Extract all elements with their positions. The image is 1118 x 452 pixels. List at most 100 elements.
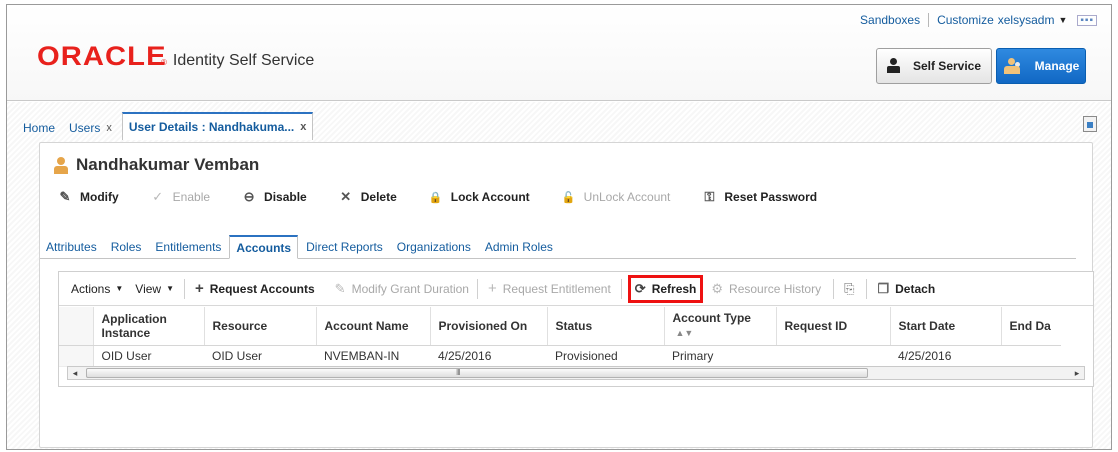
tab-direct-reports[interactable]: Direct Reports (300, 236, 389, 258)
lock-icon: 🔒 (428, 191, 443, 204)
tab-users[interactable]: Users x (65, 116, 116, 140)
sort-icon[interactable]: ▲▼ (676, 326, 694, 340)
self-service-button[interactable]: Self Service (876, 48, 992, 84)
enable-button[interactable]: ✓ Enable (151, 189, 210, 205)
sandboxes-link[interactable]: Sandboxes (860, 13, 920, 27)
global-links: Sandboxes Customize xelsysadm ▼ ▪▪▪ (860, 13, 1097, 27)
self-service-label: Self Service (912, 59, 982, 73)
modify-grant-duration-button[interactable]: ✎ Modify Grant Duration (335, 281, 469, 297)
tab-label: Home (23, 121, 56, 135)
divider (184, 278, 185, 299)
person-icon (886, 58, 901, 74)
request-accounts-button[interactable]: + Request Accounts (195, 280, 315, 297)
detach-label: Detach (895, 281, 936, 296)
detach-icon: ❐ (877, 280, 890, 296)
refresh-icon: ⟳ (634, 280, 646, 296)
tab-organizations[interactable]: Organizations (391, 236, 477, 258)
app-window: Sandboxes Customize xelsysadm ▼ ▪▪▪ ORAC… (6, 4, 1112, 450)
column-header[interactable]: Start Date (890, 307, 1002, 346)
table-cell: NVEMBAN-IN (316, 345, 430, 367)
main-content: Home Users x User Details : Nandhakuma..… (7, 102, 1111, 449)
manage-label: Manage (1034, 59, 1080, 73)
disable-button[interactable]: ⊖ Disable (242, 189, 307, 205)
pencil-icon: ✎ (59, 189, 71, 204)
request-accounts-label: Request Accounts (209, 281, 315, 296)
close-icon[interactable]: x (300, 121, 306, 133)
user-details-panel: Nandhakumar Vemban ✎ Modify ✓ Enable ⊖ Disa… (39, 142, 1094, 448)
user-menu[interactable]: xelsysadm (998, 13, 1055, 27)
customize-link[interactable]: Customize (937, 13, 994, 27)
column-header-label: Account Type (672, 311, 751, 326)
detail-subtabs: Attributes Roles Entitlements Accounts D… (40, 235, 1076, 259)
table-cell (1001, 345, 1061, 367)
reset-password-button[interactable]: ⚿ Reset Password (702, 189, 817, 205)
column-header[interactable]: Request ID (776, 307, 891, 346)
modify-button[interactable]: ✎ Modify (58, 189, 119, 205)
modify-grant-duration-label: Modify Grant Duration (351, 281, 469, 296)
table-cell: Primary (664, 345, 776, 367)
table-cell: Provisioned (547, 345, 664, 367)
key-icon: ⚿ (704, 189, 715, 204)
horizontal-scrollbar[interactable]: ◂ III ▸ (67, 366, 1085, 380)
scrollbar-thumb[interactable] (86, 368, 868, 378)
lock-account-button[interactable]: 🔒 Lock Account (429, 190, 530, 204)
x-icon: ✕ (340, 189, 352, 204)
more-icon[interactable]: ▪▪▪ (1077, 14, 1097, 26)
request-entitlement-button[interactable]: + Request Entitlement (488, 280, 611, 297)
delete-label: Delete (360, 190, 397, 204)
tab-entitlements[interactable]: Entitlements (149, 236, 227, 258)
accounts-table-panel: Actions ▼ View ▼ + Request Accounts ✎ Modify… (58, 271, 1094, 387)
refresh-label: Refresh (651, 281, 697, 296)
row-header-cell (59, 307, 94, 346)
oracle-logo: ORACLE ® Identity Self Service (37, 41, 314, 72)
column-header[interactable]: Resource (204, 307, 317, 346)
column-header[interactable]: Status (547, 307, 665, 346)
delete-button[interactable]: ✕ Delete (339, 189, 397, 205)
column-header[interactable]: Account Type▲▼ (664, 307, 777, 346)
resource-history-label: Resource History (729, 281, 822, 296)
plus-icon: + (195, 280, 204, 297)
table-cell: 4/25/2016 (430, 345, 547, 367)
column-header[interactable]: End Da (1001, 307, 1061, 346)
chevron-down-icon[interactable]: ▼ (1058, 15, 1067, 25)
view-menu[interactable]: View ▼ (135, 282, 174, 296)
refresh-button[interactable]: ⟳ Refresh (627, 274, 704, 303)
column-header[interactable]: Application Instance (93, 307, 205, 346)
tab-admin-roles[interactable]: Admin Roles (479, 236, 559, 258)
tab-attributes[interactable]: Attributes (40, 236, 103, 258)
lock-account-label: Lock Account (450, 190, 530, 204)
export-icon[interactable] (1083, 116, 1097, 132)
resource-history-button[interactable]: ⚙ Resource History (711, 281, 821, 297)
row-header-cell (59, 345, 94, 367)
detach-button[interactable]: ❐ Detach (877, 281, 935, 297)
export-grid-button[interactable]: ⎘ (844, 281, 860, 297)
plus-icon: + (487, 280, 497, 297)
chevron-down-icon: ▼ (115, 284, 124, 293)
minus-circle-icon: ⊖ (243, 189, 255, 204)
check-icon: ✓ (152, 189, 164, 204)
tab-label: User Details : Nandhakuma... (128, 120, 295, 134)
close-icon[interactable]: x (106, 122, 112, 134)
column-header[interactable]: Provisioned On (430, 307, 548, 346)
scrollbar-grip: III (456, 368, 461, 377)
view-menu-label: View (135, 281, 162, 296)
unlock-account-button[interactable]: 🔓 UnLock Account (562, 190, 671, 204)
gear-icon: ⚙ (711, 280, 724, 296)
column-header[interactable]: Account Name (316, 307, 431, 346)
scroll-right-icon[interactable]: ▸ (1070, 367, 1084, 379)
actions-menu[interactable]: Actions ▼ (71, 282, 123, 296)
column-header-label: Status (555, 318, 593, 333)
manage-button[interactable]: Manage (996, 48, 1086, 84)
tab-accounts[interactable]: Accounts (229, 235, 299, 259)
divider (928, 13, 930, 27)
tab-roles[interactable]: Roles (105, 236, 148, 258)
export-icon: ⎘ (844, 280, 855, 296)
table-row[interactable]: OID User OID User NVEMBAN-IN 4/25/2016 P… (59, 345, 1061, 367)
reset-password-label: Reset Password (724, 190, 818, 204)
scroll-left-icon[interactable]: ◂ (68, 367, 82, 379)
tab-user-details[interactable]: User Details : Nandhakuma... x (121, 112, 314, 140)
table-cell (776, 345, 890, 367)
unlock-icon: 🔓 (561, 191, 576, 204)
accounts-toolbar: Actions ▼ View ▼ + Request Accounts ✎ Modify… (59, 272, 1093, 306)
tab-home[interactable]: Home (19, 116, 59, 140)
